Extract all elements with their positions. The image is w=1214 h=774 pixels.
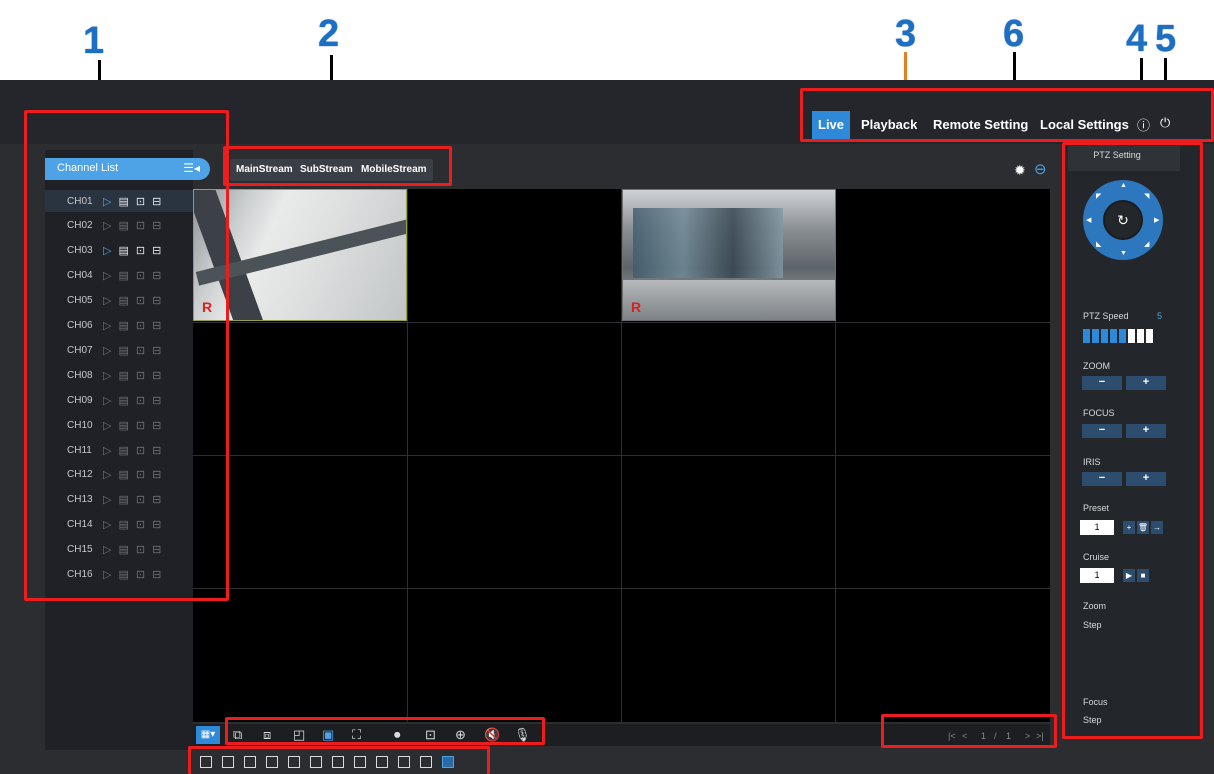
highlight-box-3 [800, 88, 1214, 142]
callout-1: 1 [83, 20, 105, 62]
video-feed-ch03[interactable]: R [622, 189, 836, 321]
callout-2: 2 [318, 13, 340, 55]
highlight-box-1 [24, 110, 229, 601]
highlight-box-9 [225, 717, 545, 745]
callout-6: 6 [1003, 13, 1025, 55]
layout-menu-button[interactable]: ▦▾ [196, 726, 220, 744]
highlight-box-2 [223, 146, 452, 186]
highlight-box-10 [881, 714, 1057, 748]
highlight-box-8 [1062, 142, 1203, 739]
callout-3: 3 [895, 13, 917, 55]
image-settings-icon[interactable]: ✹ [1014, 162, 1026, 179]
ptz-icon[interactable]: ⊖ [1034, 160, 1047, 178]
callout-5: 5 [1155, 18, 1177, 60]
highlight-box-11 [188, 746, 490, 774]
record-indicator: R [631, 299, 642, 315]
video-grid[interactable]: R R [193, 189, 1050, 722]
callout-4: 4 [1126, 18, 1148, 60]
